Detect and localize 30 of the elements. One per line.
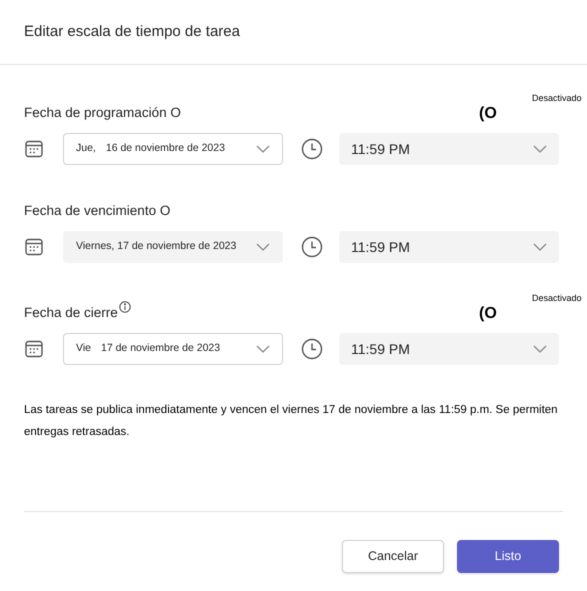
toggle-state-label: Desactivado: [532, 292, 582, 305]
toggle-state-label: Desactivado: [532, 92, 582, 105]
field-label: Fecha de cierre: [24, 304, 118, 322]
summary-text: Las tareas se publica inmediatamente y vencen el viernes 17 de noviembre a las 11:59 p.m. Se permiten entregas retrasadas.: [24, 403, 559, 440]
field-label: Fecha de programación O: [24, 104, 181, 122]
time-dropdown[interactable]: 11:59 PM: [339, 133, 559, 165]
field-label: Fecha de vencimiento O: [24, 202, 170, 220]
chevron-down-icon: [256, 345, 270, 353]
calendar-icon: [24, 139, 44, 159]
date-dropdown[interactable]: Vie 17 de noviembre de 2023: [63, 333, 283, 365]
dialog-title: Editar escala de tiempo de tarea: [24, 22, 240, 42]
done-button[interactable]: Listo: [457, 540, 559, 573]
time-dropdown[interactable]: 11:59 PM: [339, 231, 559, 263]
date-dropdown[interactable]: Viernes, 17 de noviembre de 2023: [63, 231, 283, 263]
chevron-down-icon: [256, 243, 270, 251]
chevron-down-icon: [533, 243, 547, 251]
info-icon: [118, 301, 131, 313]
calendar-icon: [24, 339, 44, 359]
clock-icon: [301, 236, 323, 258]
date-dropdown[interactable]: Jue, 16 de noviembre de 2023: [63, 133, 283, 165]
clock-icon: [301, 138, 323, 160]
toggle-mark[interactable]: (O: [479, 102, 497, 126]
chevron-down-icon: [533, 145, 547, 153]
time-dropdown[interactable]: 11:59 PM: [339, 333, 559, 365]
chevron-down-icon: [533, 345, 547, 353]
calendar-icon: [24, 237, 44, 257]
clock-icon: [301, 338, 323, 360]
toggle-mark[interactable]: (O: [479, 302, 497, 326]
chevron-down-icon: [256, 145, 270, 153]
cancel-button[interactable]: Cancelar: [342, 540, 444, 573]
